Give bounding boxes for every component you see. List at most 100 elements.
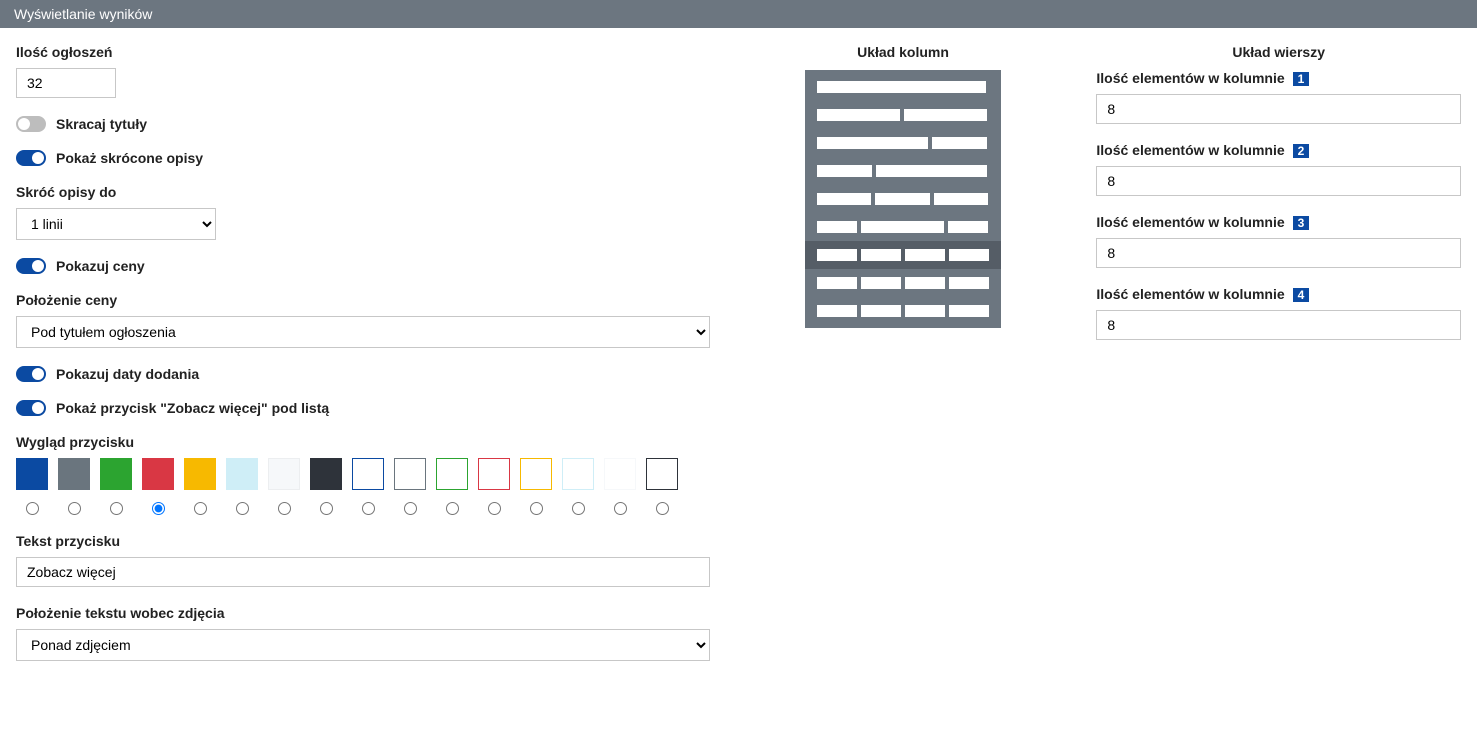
color-swatch[interactable] <box>184 458 216 490</box>
show-dates-label: Pokazuj daty dodania <box>56 366 199 382</box>
swatch-radio[interactable] <box>614 502 627 515</box>
swatch-radio[interactable] <box>236 502 249 515</box>
right-column: Układ wierszy Ilość elementów w kolumnie… <box>1096 44 1461 679</box>
price-pos-select[interactable]: Pod tytułem ogłoszenia <box>16 316 710 348</box>
layout-option-row[interactable] <box>805 129 1001 157</box>
swatch-radio[interactable] <box>320 502 333 515</box>
swatch-radio-cell <box>478 502 510 515</box>
text-pos-select[interactable]: Ponad zdjęciem <box>16 629 710 661</box>
color-swatch[interactable] <box>310 458 342 490</box>
shorten-titles-label: Skracaj tytuły <box>56 116 147 132</box>
layout-option-row[interactable] <box>805 73 1001 101</box>
show-more-btn-label: Pokaż przycisk "Zobacz więcej" pod listą <box>56 400 329 416</box>
swatch-radio[interactable] <box>530 502 543 515</box>
swatch-radio-cell <box>352 502 384 515</box>
column-index-badge: 2 <box>1293 144 1310 158</box>
layout-cell <box>817 165 872 177</box>
layout-cell <box>817 277 857 289</box>
swatch-radio[interactable] <box>488 502 501 515</box>
panel-header: Wyświetlanie wyników <box>0 0 1477 28</box>
shorten-titles-toggle[interactable] <box>16 116 46 132</box>
color-swatch[interactable] <box>58 458 90 490</box>
count-input[interactable] <box>16 68 116 98</box>
swatch-radio-cell <box>184 502 216 515</box>
color-swatch[interactable] <box>436 458 468 490</box>
color-swatch[interactable] <box>226 458 258 490</box>
color-swatch[interactable] <box>352 458 384 490</box>
color-swatch[interactable] <box>604 458 636 490</box>
swatch-radio-cell <box>310 502 342 515</box>
row-shorten-titles: Skracaj tytuły <box>16 116 710 132</box>
swatch-radio-cell <box>268 502 300 515</box>
field-price-pos: Położenie ceny Pod tytułem ogłoszenia <box>16 292 710 348</box>
layout-option-row[interactable] <box>805 101 1001 129</box>
shorten-desc-to-select[interactable]: 1 linii <box>16 208 216 240</box>
row-show-short-desc: Pokaż skrócone opisy <box>16 150 710 166</box>
column-index-badge: 4 <box>1293 288 1310 302</box>
row-count-block: Ilość elementów w kolumnie 2 <box>1096 142 1461 196</box>
show-short-desc-toggle[interactable] <box>16 150 46 166</box>
row-count-block: Ilość elementów w kolumnie 1 <box>1096 70 1461 124</box>
swatch-radio-cell <box>58 502 90 515</box>
swatch-radio[interactable] <box>68 502 81 515</box>
color-swatch[interactable] <box>478 458 510 490</box>
layout-cell <box>861 221 944 233</box>
swatch-radio[interactable] <box>656 502 669 515</box>
swatch-radio[interactable] <box>362 502 375 515</box>
show-prices-toggle[interactable] <box>16 258 46 274</box>
row-layout-container: Ilość elementów w kolumnie 1 Ilość elemen… <box>1096 70 1461 340</box>
column-layout-preview <box>805 70 1001 328</box>
layout-option-row[interactable] <box>805 157 1001 185</box>
layout-option-row[interactable] <box>805 185 1001 213</box>
color-swatch[interactable] <box>520 458 552 490</box>
layout-cell <box>875 193 929 205</box>
swatch-radio-cell <box>436 502 468 515</box>
swatch-radio[interactable] <box>446 502 459 515</box>
row-count-input[interactable] <box>1096 94 1461 124</box>
swatch-radio[interactable] <box>110 502 123 515</box>
price-pos-label: Położenie ceny <box>16 292 710 308</box>
row-layout-title: Układ wierszy <box>1096 44 1461 60</box>
color-swatch[interactable] <box>646 458 678 490</box>
swatch-radio[interactable] <box>278 502 291 515</box>
layout-option-row[interactable] <box>805 297 1001 325</box>
field-count: Ilość ogłoszeń <box>16 44 710 98</box>
row-count-input[interactable] <box>1096 166 1461 196</box>
layout-cell <box>817 109 900 121</box>
layout-option-row[interactable] <box>805 269 1001 297</box>
layout-option-row[interactable] <box>805 241 1001 269</box>
layout-cell <box>948 221 988 233</box>
color-swatch[interactable] <box>142 458 174 490</box>
layout-cell <box>861 249 901 261</box>
show-more-btn-toggle[interactable] <box>16 400 46 416</box>
color-swatch[interactable] <box>100 458 132 490</box>
row-count-block: Ilość elementów w kolumnie 3 <box>1096 214 1461 268</box>
btn-text-input[interactable] <box>16 557 710 587</box>
mid-column: Układ kolumn <box>730 44 1077 679</box>
text-pos-label: Położenie tekstu wobec zdjęcia <box>16 605 710 621</box>
color-swatch[interactable] <box>394 458 426 490</box>
layout-cell <box>861 277 901 289</box>
color-swatch[interactable] <box>268 458 300 490</box>
column-layout-title: Układ kolumn <box>857 44 949 60</box>
color-swatch[interactable] <box>562 458 594 490</box>
swatch-radio[interactable] <box>194 502 207 515</box>
layout-option-row[interactable] <box>805 213 1001 241</box>
show-dates-toggle[interactable] <box>16 366 46 382</box>
row-count-input[interactable] <box>1096 238 1461 268</box>
swatch-radio-cell <box>16 502 48 515</box>
swatch-radio[interactable] <box>404 502 417 515</box>
field-text-pos: Położenie tekstu wobec zdjęcia Ponad zdj… <box>16 605 710 661</box>
swatch-radio[interactable] <box>152 502 165 515</box>
layout-cell <box>817 81 986 93</box>
row-show-dates: Pokazuj daty dodania <box>16 366 710 382</box>
color-swatch[interactable] <box>16 458 48 490</box>
layout-cell <box>876 165 987 177</box>
panel-content: Ilość ogłoszeń Skracaj tytuły Pokaż skró… <box>0 28 1477 695</box>
layout-cell <box>817 249 857 261</box>
column-index-badge: 1 <box>1293 72 1310 86</box>
swatch-radio[interactable] <box>26 502 39 515</box>
layout-cell <box>934 193 988 205</box>
swatch-radio[interactable] <box>572 502 585 515</box>
row-count-input[interactable] <box>1096 310 1461 340</box>
